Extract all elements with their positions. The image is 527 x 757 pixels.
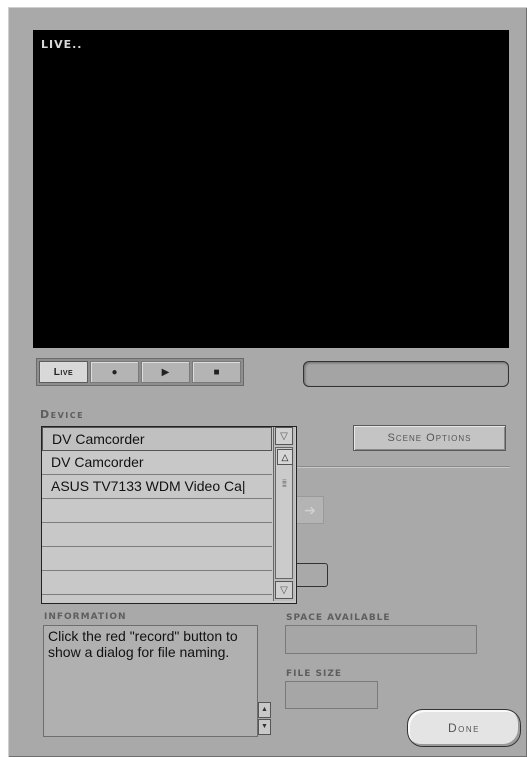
transport-controls: Live ● ▶ ■ xyxy=(36,358,244,386)
dropdown-option[interactable]: DV Camcorder xyxy=(42,451,272,475)
information-label: INFORMATION xyxy=(44,612,127,622)
grip-icon: ≡ ≡ xyxy=(282,477,287,490)
play-button[interactable]: ▶ xyxy=(141,361,190,383)
information-text: Click the red "record" button to show a … xyxy=(43,625,258,737)
dropdown-scrollbar[interactable]: ▽ △ ≡ ≡ ▽ xyxy=(273,427,295,601)
dropdown-option[interactable] xyxy=(42,571,272,595)
dropdown-option[interactable] xyxy=(42,499,272,523)
space-available-label: SPACE AVAILABLE xyxy=(286,613,391,623)
record-button[interactable]: ● xyxy=(90,361,139,383)
file-size-value xyxy=(285,681,378,709)
arrow-right-icon: ➔ xyxy=(296,496,324,524)
dropdown-option[interactable] xyxy=(42,523,272,547)
device-select-value[interactable]: DV Camcorder xyxy=(42,427,272,451)
information-scrollbar[interactable]: ▲ ▼ xyxy=(258,702,272,736)
device-dropdown[interactable]: DV Camcorder DV Camcorder ASUS TV7133 WD… xyxy=(41,426,297,604)
live-button[interactable]: Live xyxy=(39,361,88,383)
chevron-down-icon[interactable]: ▽ xyxy=(275,427,293,445)
device-label: Device xyxy=(40,408,85,421)
video-preview: LIVE.. xyxy=(33,30,509,348)
scene-options-button[interactable]: Scene Options xyxy=(353,425,506,451)
scroll-down-button[interactable]: ▽ xyxy=(275,581,293,599)
dropdown-option[interactable]: ASUS TV7133 WDM Video Ca| xyxy=(42,475,272,499)
file-size-label: FILE SIZE xyxy=(286,669,343,679)
scroll-down-icon[interactable]: ▼ xyxy=(258,719,271,735)
space-available-value xyxy=(285,625,477,654)
live-status-label: LIVE.. xyxy=(41,38,83,51)
dropdown-option[interactable] xyxy=(42,547,272,571)
scroll-up-icon[interactable]: ▲ xyxy=(258,702,271,718)
scrollbar-thumb[interactable]: △ ≡ ≡ xyxy=(275,447,293,579)
record-icon: ● xyxy=(111,366,118,378)
done-button[interactable]: Done xyxy=(407,709,521,747)
chevron-up-icon[interactable]: △ xyxy=(277,449,293,465)
divider xyxy=(296,466,510,467)
stop-button[interactable]: ■ xyxy=(192,361,241,383)
play-icon: ▶ xyxy=(161,366,170,378)
stop-icon: ■ xyxy=(213,366,220,378)
timecode-display xyxy=(303,361,509,387)
